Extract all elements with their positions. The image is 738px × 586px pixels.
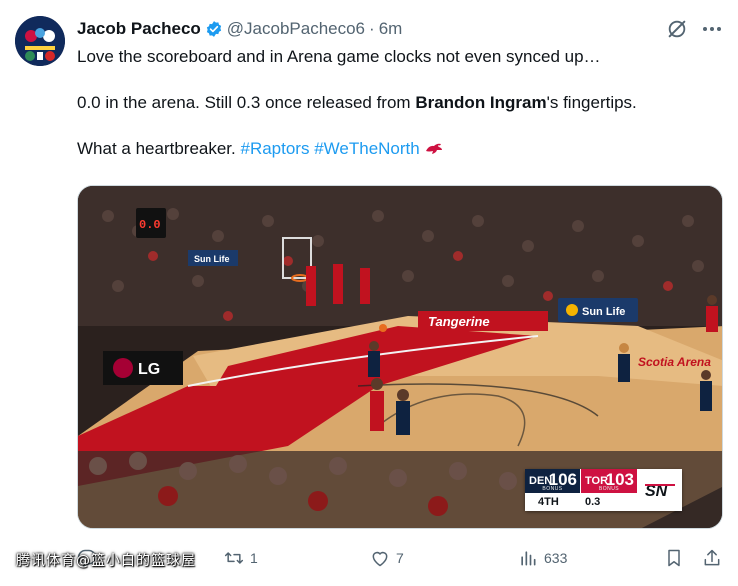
more-options-icon[interactable] xyxy=(700,18,724,40)
like-count: 7 xyxy=(396,550,404,566)
tweet-line-2-post: 's fingertips. xyxy=(546,93,637,112)
tweet-line-3: What a heartbreaker. #Raptors #WeTheNort… xyxy=(77,137,722,163)
scorebug-period: 4TH xyxy=(538,496,559,508)
scorebug-home-bonus: BONUS xyxy=(598,486,620,492)
heart-icon xyxy=(372,551,388,567)
ad-sunlife-courtside-text: Sun Life xyxy=(582,306,625,318)
retweet-icon xyxy=(224,552,244,564)
author-avatar[interactable] xyxy=(15,16,65,66)
tweet-header: Jacob Pacheco @JacobPacheco6 · 6m xyxy=(77,17,658,41)
ad-scotia-text: Scotia Arena xyxy=(638,355,711,369)
verified-badge-icon xyxy=(205,20,223,38)
scorebug-clock-row: 4TH 0.3 xyxy=(525,494,637,511)
hashtag-wethenorth[interactable]: #WeTheNorth xyxy=(314,139,420,158)
author-handle[interactable]: @JacobPacheco6 xyxy=(227,19,365,39)
mention-brandon-ingram: Brandon Ingram xyxy=(415,93,547,112)
scorebug-away: DEN 106 BONUS xyxy=(525,469,580,493)
tweet-text: Love the scoreboard and in Arena game cl… xyxy=(77,45,722,163)
tweet-line-2-pre: 0.0 in the arena. Still 0.3 once release… xyxy=(77,93,416,112)
retweet-count: 1 xyxy=(250,550,258,566)
analytics-bar-icon xyxy=(521,551,536,566)
share-icon xyxy=(704,549,720,566)
tweet-line-1: Love the scoreboard and in Arena game cl… xyxy=(77,47,601,66)
retweet-button[interactable]: 1 xyxy=(224,548,258,568)
sportsnet-logo-icon: SN xyxy=(637,469,682,511)
scorebug-away-bonus: BONUS xyxy=(542,486,563,492)
share-button[interactable] xyxy=(702,548,722,568)
views-button[interactable]: 633 xyxy=(518,548,567,568)
tweet-timestamp[interactable]: 6m xyxy=(379,19,403,39)
watermark-text: 腾讯体育@篮小白的篮球屋 xyxy=(16,553,196,569)
header-separator: · xyxy=(369,19,375,38)
arena-game-clock: 0.0 xyxy=(139,218,161,232)
views-count: 633 xyxy=(544,550,568,566)
author-display-name[interactable]: Jacob Pacheco xyxy=(77,19,201,39)
tweet-line-2: 0.0 in the arena. Still 0.3 once release… xyxy=(77,91,722,114)
tv-scorebug: DEN 106 BONUS TOR 103 BONUS 4TH 0.3 SN xyxy=(525,469,682,511)
tweet-line-3-pre: What a heartbreaker. xyxy=(77,139,241,158)
tweet-video[interactable]: Tangerine Sun Life Scotia Arena LG 0.0 S… xyxy=(77,185,723,529)
raptors-hashflag-icon xyxy=(424,140,444,163)
scorebug-game-clock: 0.3 xyxy=(585,496,601,508)
scorebug-home: TOR 103 BONUS xyxy=(581,469,637,493)
like-button[interactable]: 7 xyxy=(370,548,404,568)
bookmark-button[interactable] xyxy=(664,548,684,568)
grok-icon[interactable] xyxy=(666,18,688,40)
ad-lg-text: LG xyxy=(138,361,160,378)
ad-sunlife-stanchion-text: Sun Life xyxy=(194,254,230,264)
hashtag-raptors[interactable]: #Raptors xyxy=(240,139,309,158)
bookmark-icon xyxy=(668,549,680,567)
ad-tangerine-text: Tangerine xyxy=(428,314,490,329)
